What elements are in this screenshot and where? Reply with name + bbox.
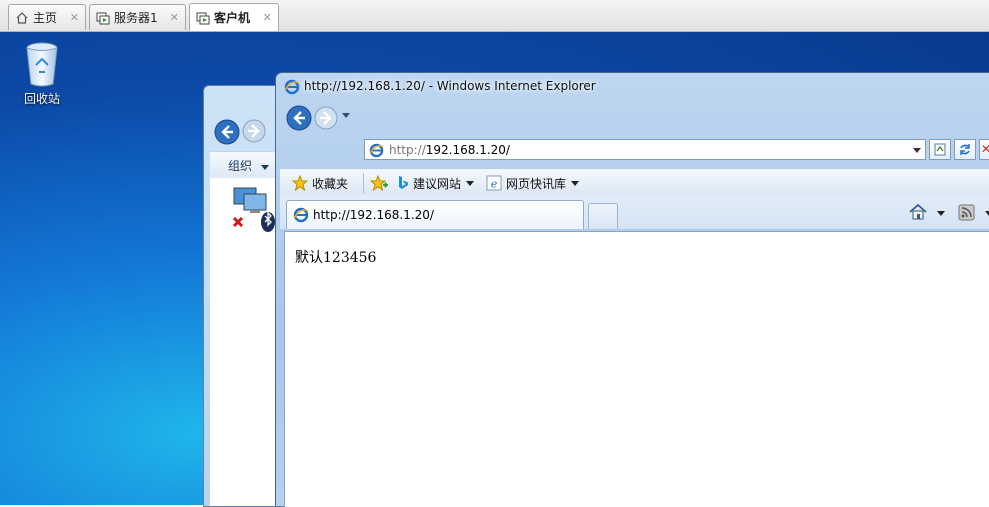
address-scheme: http:// — [389, 143, 426, 157]
ie-window[interactable]: http://192.168.1.20/ - Windows Internet … — [275, 72, 989, 507]
star-icon — [292, 175, 308, 191]
add-favorite-star-icon — [370, 175, 388, 191]
ie-tab-row: http://192.168.1.20/ — [280, 195, 989, 229]
window-title: http://192.168.1.20/ - Windows Internet … — [304, 79, 596, 93]
vm-icon — [196, 11, 210, 25]
tab-label: http://192.168.1.20/ — [313, 208, 434, 222]
forward-arrow-icon[interactable] — [314, 106, 338, 130]
forward-arrow-icon[interactable] — [242, 119, 266, 143]
chevron-down-icon[interactable] — [985, 211, 989, 216]
page-content[interactable]: 默认123456 — [284, 231, 989, 507]
back-arrow-icon[interactable] — [214, 119, 240, 145]
refresh-icon — [960, 144, 970, 155]
vm-tab-home[interactable]: 主页 ✕ — [8, 4, 86, 30]
vmware-tab-bar: 主页 ✕ 服务器1 ✕ 客户机 ✕ — [0, 0, 989, 32]
organize-label: 组织 — [228, 159, 253, 173]
compatibility-view-button[interactable] — [929, 139, 951, 160]
vm-tab-label: 客户机 — [214, 11, 251, 25]
back-arrow-icon[interactable] — [286, 105, 312, 131]
stop-icon: ✕ — [981, 142, 989, 156]
recycle-bin-icon — [26, 42, 58, 87]
close-icon[interactable]: ✕ — [70, 11, 79, 24]
add-to-favorites-bar-button[interactable] — [370, 174, 392, 192]
address-bar[interactable]: http://192.168.1.20/ — [364, 139, 926, 160]
ie-icon — [369, 143, 384, 158]
address-input[interactable]: http://192.168.1.20/ — [389, 143, 510, 157]
feeds-icon[interactable] — [958, 204, 975, 221]
ie-icon — [284, 79, 300, 95]
toolbar-separator — [363, 173, 364, 193]
ie-icon — [293, 207, 309, 223]
vm-tab-client[interactable]: 客户机 ✕ — [189, 3, 279, 31]
refresh-button[interactable] — [954, 139, 976, 160]
home-icon[interactable] — [908, 203, 928, 221]
stop-button[interactable]: ✕ — [979, 139, 989, 160]
web-slice-gallery-button[interactable]: e 网页快讯库 — [486, 174, 580, 192]
new-tab-button[interactable] — [588, 203, 618, 229]
close-icon[interactable]: ✕ — [170, 11, 179, 24]
ie-title-bar[interactable]: http://192.168.1.20/ - Windows Internet … — [276, 73, 989, 101]
close-icon[interactable]: ✕ — [263, 11, 272, 24]
favorites-label: 收藏夹 — [312, 176, 349, 191]
chevron-down-icon[interactable] — [937, 211, 945, 216]
compat-view-icon — [934, 143, 946, 156]
address-host: 192.168.1.20/ — [425, 143, 510, 157]
suggested-sites-label: 建议网站 — [413, 176, 462, 191]
history-dropdown-icon[interactable] — [342, 113, 350, 118]
chevron-down-icon — [571, 180, 580, 186]
favorites-bar: 收藏夹 建议网站 e 网页快讯库 — [280, 169, 989, 196]
desktop-icon-label: 回收站 — [23, 92, 60, 106]
network-computer-icon[interactable] — [230, 186, 278, 234]
home-icon — [15, 11, 29, 25]
chevron-down-icon — [260, 165, 269, 170]
browser-tab[interactable]: http://192.168.1.20/ — [286, 200, 584, 229]
vm-tab-server1[interactable]: 服务器1 ✕ — [89, 4, 186, 30]
bing-icon — [399, 176, 408, 189]
suggested-sites-button[interactable]: 建议网站 — [397, 174, 475, 192]
web-slice-gallery-label: 网页快讯库 — [506, 176, 567, 191]
chevron-down-icon — [466, 180, 475, 186]
svg-text:e: e — [491, 178, 498, 191]
ie-icon: e — [486, 175, 502, 191]
vm-tab-label: 主页 — [33, 11, 58, 25]
favorites-button[interactable]: 收藏夹 — [292, 174, 348, 192]
desktop-icon-recycle-bin[interactable]: 回收站 — [18, 40, 66, 107]
organize-button[interactable]: 组织 — [228, 157, 269, 174]
vm-icon — [96, 11, 110, 25]
page-text: 默认123456 — [295, 250, 377, 266]
chevron-down-icon[interactable] — [913, 148, 921, 153]
vm-tab-label: 服务器1 — [114, 11, 158, 25]
